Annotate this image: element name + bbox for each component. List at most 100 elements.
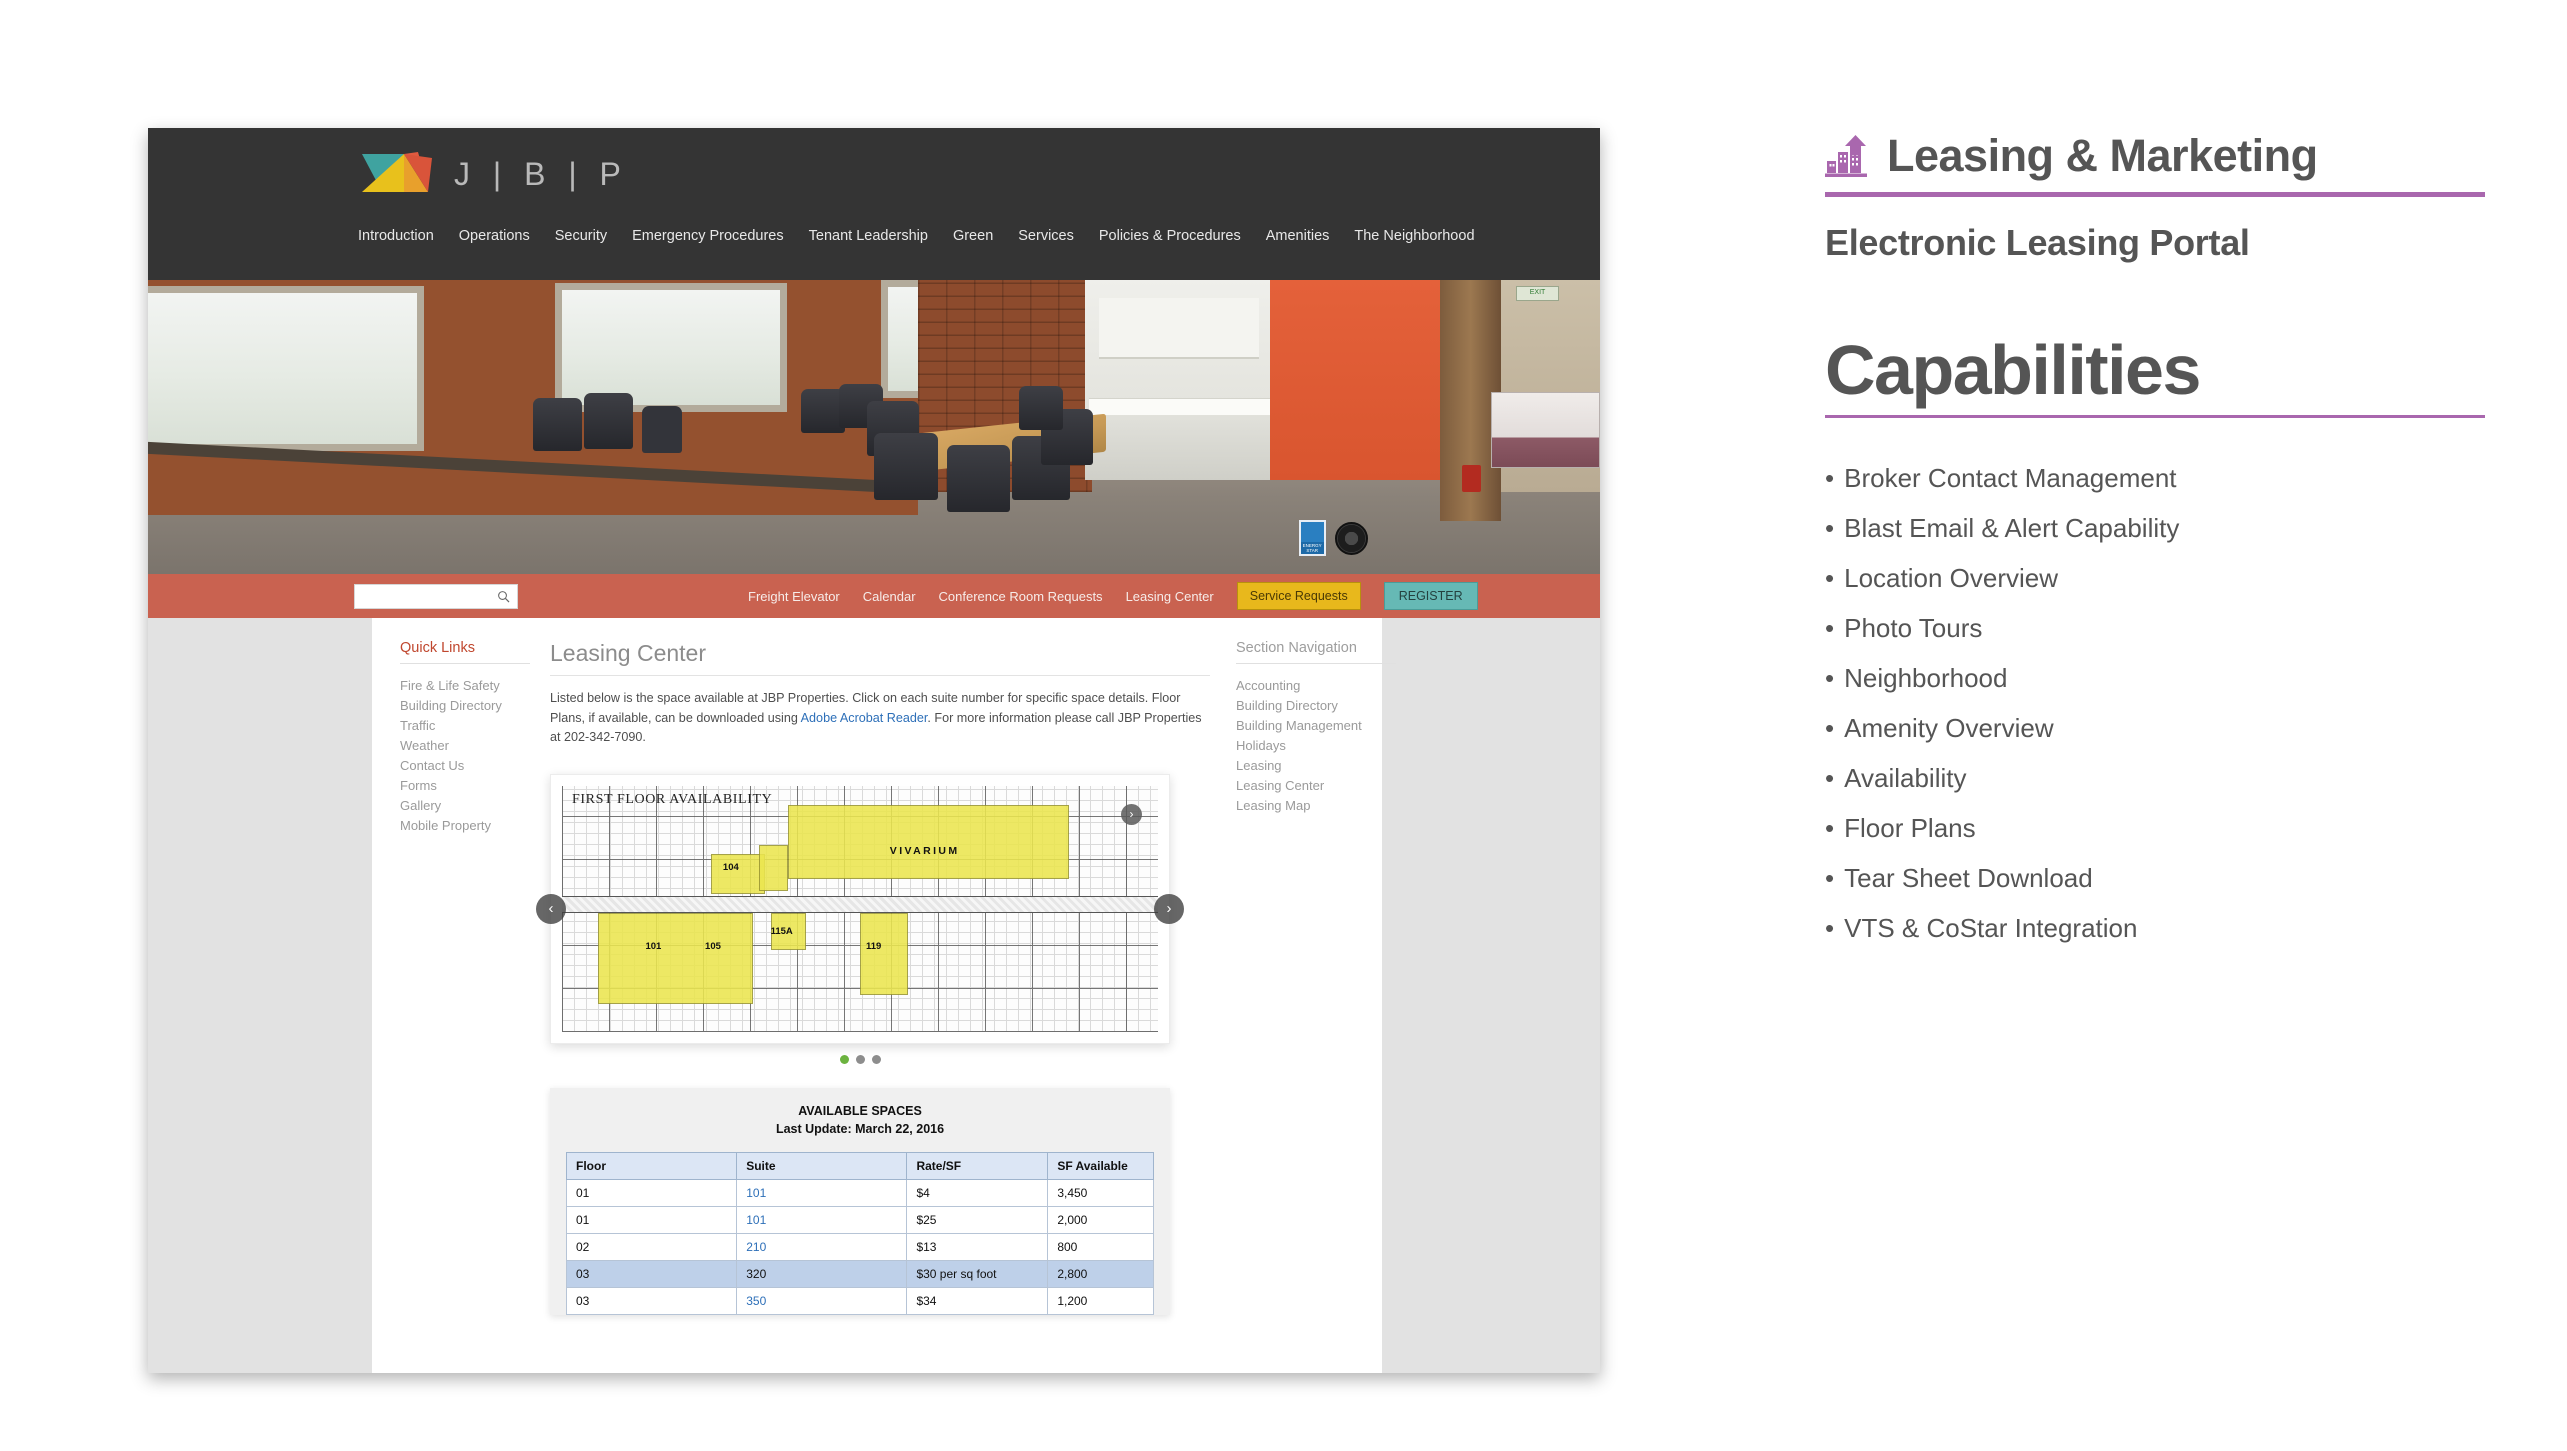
section-link-building-management[interactable]: Building Management (1236, 715, 1396, 735)
capability-item: • Neighborhood (1825, 654, 2485, 704)
nav-item-green[interactable]: Green (953, 228, 993, 244)
capability-label: Photo Tours (1844, 613, 1983, 644)
suite-link[interactable]: 350 (746, 1294, 766, 1308)
cell-rate: $4 (906, 1179, 1049, 1208)
suite-link[interactable]: 101 (746, 1186, 766, 1200)
section-navigation-title: Section Navigation (1236, 640, 1396, 664)
nav-item-tenant-leadership[interactable]: Tenant Leadership (809, 228, 928, 244)
main-content-column: Leasing Center Listed below is the space… (536, 640, 1210, 1316)
available-spaces-card: AVAILABLE SPACES Last Update: March 22, … (550, 1087, 1170, 1316)
capability-label: Location Overview (1844, 563, 2058, 594)
floorplan-title: FIRST FLOOR AVAILABILITY (572, 791, 773, 807)
suite-link[interactable]: 101 (746, 1213, 766, 1227)
section-link-leasing-map[interactable]: Leasing Map (1236, 795, 1396, 815)
column-header-rate: Rate/SF (906, 1152, 1049, 1181)
nav-item-services[interactable]: Services (1018, 228, 1074, 244)
carousel-next-button[interactable]: › (1154, 893, 1184, 924)
hero-kitchen-counter (1088, 397, 1271, 416)
utility-link-calendar[interactable]: Calendar (863, 589, 916, 604)
list-item: Weather (400, 735, 530, 755)
cell-floor: 02 (565, 1233, 738, 1262)
carousel-dot-2[interactable] (855, 1054, 865, 1064)
bullet-icon: • (1825, 463, 1835, 494)
slide-header: Leasing & Marketing (1825, 130, 2485, 182)
site-body: Quick Links Fire & Life Safety Building … (148, 618, 1600, 1373)
utility-links: Freight Elevator Calendar Conference Roo… (748, 582, 1478, 610)
nav-item-the-neighborhood[interactable]: The Neighborhood (1354, 228, 1474, 244)
list-item: Leasing Map (1236, 795, 1396, 815)
service-requests-button[interactable]: Service Requests (1236, 582, 1361, 610)
column-header-floor: Floor (565, 1152, 738, 1181)
carousel-dots (510, 1054, 1210, 1064)
quick-link-forms[interactable]: Forms (400, 775, 530, 795)
list-item: Fire & Life Safety (400, 675, 530, 695)
carousel-dot-1[interactable] (839, 1054, 849, 1064)
section-navigation-list: Accounting Building Directory Building M… (1236, 675, 1396, 815)
utility-link-leasing-center[interactable]: Leasing Center (1126, 589, 1214, 604)
available-space-highlight (788, 805, 1069, 880)
floorplan-label-suite: 104 (722, 861, 739, 873)
slide-title: Leasing & Marketing (1887, 130, 2318, 181)
section-link-leasing-center[interactable]: Leasing Center (1236, 775, 1396, 795)
capabilities-list: • Broker Contact Management • Blast Email … (1825, 454, 2485, 954)
search-icon (498, 590, 510, 602)
list-item: Leasing Center (1236, 775, 1396, 795)
section-link-leasing[interactable]: Leasing (1236, 755, 1396, 775)
section-link-accounting[interactable]: Accounting (1236, 675, 1396, 695)
hero-chair (532, 397, 583, 451)
quick-link-weather[interactable]: Weather (400, 735, 530, 755)
website-screenshot-frame: J | B | P Introduction Operations Securi… (148, 128, 1600, 1373)
hero-orange-accent-wall (1270, 280, 1445, 480)
bullet-icon: • (1825, 663, 1835, 694)
table-row: 02 210 $13 800 (565, 1233, 1154, 1262)
section-link-building-directory[interactable]: Building Directory (1236, 695, 1396, 715)
list-item: Building Directory (1236, 695, 1396, 715)
hero-image-office-interior: EXIT ENERGY STAR (148, 280, 1600, 574)
cell-rate: $25 (906, 1206, 1049, 1235)
quick-link-fire-life-safety[interactable]: Fire & Life Safety (400, 675, 530, 695)
nav-item-policies-procedures[interactable]: Policies & Procedures (1099, 228, 1241, 244)
page-title: Leasing Center (550, 640, 1210, 676)
cell-rate: $34 (906, 1287, 1049, 1316)
carousel-prev-button[interactable]: ‹ (536, 893, 566, 924)
capability-label: Blast Email & Alert Capability (1844, 513, 2180, 544)
section-link-holidays[interactable]: Holidays (1236, 735, 1396, 755)
utility-link-freight-elevator[interactable]: Freight Elevator (748, 589, 840, 604)
register-button[interactable]: REGISTER (1383, 582, 1478, 610)
carousel-dot-3[interactable] (871, 1054, 881, 1064)
capability-label: Neighborhood (1844, 663, 2008, 694)
nav-item-security[interactable]: Security (555, 228, 607, 244)
cell-rate: $13 (906, 1233, 1049, 1262)
adobe-acrobat-reader-link[interactable]: Adobe Acrobat Reader (801, 711, 928, 725)
nav-item-amenities[interactable]: Amenities (1266, 228, 1330, 244)
certification-badges: ENERGY STAR (1298, 520, 1368, 557)
nav-item-introduction[interactable]: Introduction (358, 228, 434, 244)
floorplan-label-suite: 119 (865, 940, 882, 952)
capability-item: • Amenity Overview (1825, 704, 2485, 754)
capabilities-title: Capabilities (1825, 331, 2201, 410)
quick-link-gallery[interactable]: Gallery (400, 795, 530, 815)
cell-suite: 350 (736, 1287, 908, 1316)
capability-label: Amenity Overview (1844, 713, 2054, 744)
utility-bar: Freight Elevator Calendar Conference Roo… (148, 574, 1600, 618)
availability-table: Floor Suite Rate/SF SF Available 01 101 … (565, 1152, 1154, 1316)
nav-item-operations[interactable]: Operations (459, 228, 530, 244)
floorplan-expand-next-icon[interactable]: › (1121, 803, 1142, 825)
bullet-icon: • (1825, 613, 1835, 644)
jbp-logo[interactable]: J | B | P (358, 148, 628, 200)
bullet-icon: • (1825, 763, 1835, 794)
cell-sf-available: 800 (1047, 1233, 1154, 1262)
utility-link-conference-room-requests[interactable]: Conference Room Requests (939, 589, 1103, 604)
quick-link-mobile-property[interactable]: Mobile Property (400, 815, 530, 835)
cell-suite: 320 (736, 1260, 908, 1289)
quick-link-contact-us[interactable]: Contact Us (400, 755, 530, 775)
suite-link[interactable]: 210 (746, 1240, 766, 1254)
available-spaces-heading: AVAILABLE SPACES (798, 1103, 922, 1118)
quick-links-title: Quick Links (400, 640, 530, 664)
nav-item-emergency-procedures[interactable]: Emergency Procedures (632, 228, 784, 244)
available-space-highlight (711, 854, 765, 894)
intro-paragraph: Listed below is the space available at J… (550, 689, 1210, 748)
quick-link-traffic[interactable]: Traffic (400, 715, 530, 735)
quick-link-building-directory[interactable]: Building Directory (400, 695, 530, 715)
search-input-wrapper[interactable] (354, 583, 518, 609)
